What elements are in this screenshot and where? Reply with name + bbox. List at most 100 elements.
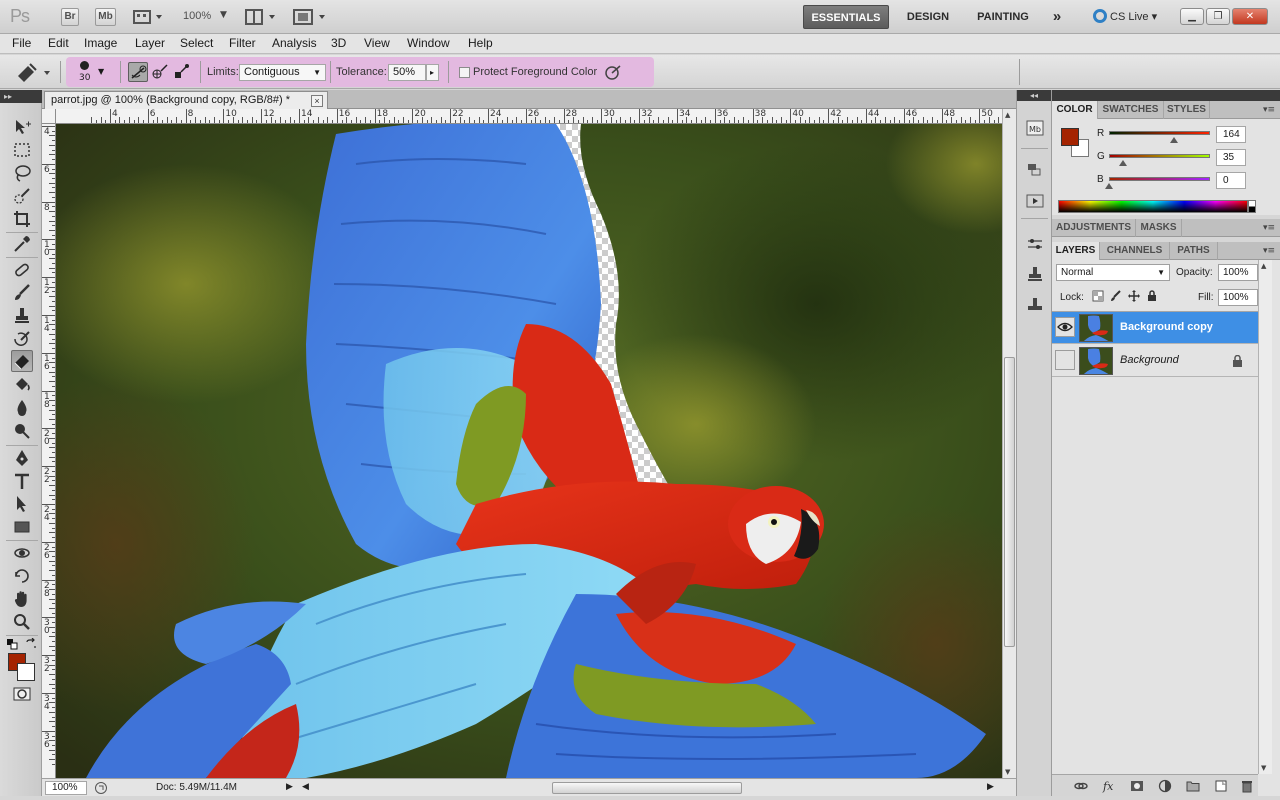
pen-icon[interactable] [12,448,32,468]
link-layers-icon[interactable] [1074,779,1088,793]
brush-preset-picker[interactable]: 30 ▼ [74,59,112,85]
tab-masks[interactable]: MASKS [1136,219,1182,237]
menu-3d[interactable]: 3D [331,36,346,50]
quick-mask-icon[interactable] [13,687,31,701]
scroll-down-icon[interactable]: ▼ [1005,768,1010,776]
menu-file[interactable]: File [12,36,31,50]
layer-row[interactable]: Background [1052,345,1258,377]
blue-channel-slider[interactable] [1109,177,1210,181]
scroll-up-icon[interactable]: ▲ [1005,111,1010,119]
tab-color[interactable]: COLOR [1052,101,1098,119]
green-value-input[interactable]: 35 [1216,149,1246,166]
tab-layers[interactable]: LAYERS [1052,242,1100,260]
red-value-input[interactable]: 164 [1216,126,1246,143]
layer-visibility-toggle[interactable] [1055,317,1075,337]
menu-view[interactable]: View [364,36,390,50]
scroll-right-icon[interactable]: ▶ [987,781,994,792]
menu-filter[interactable]: Filter [229,36,256,50]
sampling-once-button[interactable] [150,62,170,82]
red-channel-slider[interactable] [1109,131,1210,135]
close-document-icon[interactable]: × [311,95,323,107]
minimize-button[interactable]: ▁ [1180,8,1204,25]
green-slider-knob[interactable] [1118,160,1127,166]
menu-analysis[interactable]: Analysis [272,36,317,50]
hand-icon[interactable] [12,589,32,609]
brush-presets-panel-icon[interactable] [1026,236,1044,252]
tab-swatches[interactable]: SWATCHES [1098,101,1164,119]
clone-source-panel-icon[interactable] [1026,266,1044,282]
crop-icon[interactable] [12,209,32,229]
blur-icon[interactable] [12,398,32,418]
green-channel-slider[interactable] [1109,154,1210,158]
close-window-button[interactable]: ✕ [1232,8,1268,25]
layer-row[interactable]: Background copy [1052,312,1258,344]
sampling-background-swatch-button[interactable] [172,62,192,82]
mini-bridge-panel-icon[interactable]: Mb [1026,120,1044,136]
lock-all-icon[interactable] [1146,290,1158,302]
add-mask-icon[interactable] [1130,779,1144,793]
tablet-pressure-button[interactable] [603,63,623,83]
status-zoom-input[interactable]: 100% [45,781,87,795]
menu-window[interactable]: Window [407,36,450,50]
new-group-icon[interactable] [1186,779,1200,793]
history-brush-icon[interactable] [12,329,32,349]
adjustment-layer-icon[interactable] [1158,779,1172,793]
quick-selection-icon[interactable] [12,186,32,206]
arrange-documents-button[interactable] [245,9,279,25]
vertical-ruler[interactable]: 4 6 8 10 12 14 16 18 20 22 24 26 28 30 32 34 36 [42,124,56,778]
path-selection-icon[interactable] [12,494,32,514]
tab-paths[interactable]: PATHS [1170,242,1218,260]
black-white-ramp[interactable] [1248,200,1256,213]
layer-name[interactable]: Background [1120,354,1179,366]
delete-layer-icon[interactable] [1240,779,1254,793]
menu-layer[interactable]: Layer [135,36,165,50]
menu-select[interactable]: Select [180,36,213,50]
limits-dropdown[interactable]: Contiguous ▼ [239,64,326,81]
rectangle-icon[interactable] [12,517,32,537]
cs-live-button[interactable]: CS Live ▾ [1093,9,1157,23]
red-slider-knob[interactable] [1169,137,1178,143]
type-icon[interactable] [12,471,32,491]
layer-style-icon[interactable]: fx [1102,779,1116,793]
blue-slider-knob[interactable] [1105,183,1113,189]
paint-bucket-icon[interactable] [12,375,32,395]
spot-healing-icon[interactable] [12,260,32,280]
clone-stamp-icon[interactable] [12,306,32,326]
menu-image[interactable]: Image [84,36,117,50]
brush-icon[interactable] [12,283,32,303]
workspace-painting-button[interactable]: PAINTING [966,5,1040,29]
background-eraser-tool[interactable] [11,350,33,372]
marquee-icon[interactable] [12,140,32,160]
new-layer-icon[interactable] [1214,779,1228,793]
horizontal-scroll-thumb[interactable] [552,782,742,794]
opacity-input[interactable]: 100% [1218,264,1258,281]
swap-colors-icon[interactable] [25,638,37,650]
tolerance-slider-button[interactable]: ▸ [426,64,439,81]
menu-edit[interactable]: Edit [48,36,69,50]
menu-help[interactable]: Help [468,36,493,50]
tab-styles[interactable]: STYLES [1164,101,1210,119]
layer-visibility-toggle[interactable] [1055,350,1075,370]
scroll-left-icon[interactable]: ◀ [302,781,309,792]
status-menu-icon[interactable]: ▶ [286,781,293,792]
scroll-up-icon[interactable]: ▲ [1261,262,1266,270]
tab-adjustments[interactable]: ADJUSTMENTS [1052,219,1136,237]
lock-position-icon[interactable] [1128,290,1140,302]
icon-strip-collapse-button[interactable]: ◂◂ [1017,90,1051,101]
protect-foreground-checkbox[interactable] [459,67,470,78]
panel-menu-icon[interactable]: ▾≡ [1263,223,1275,233]
tool-presets-panel-icon[interactable] [1026,296,1044,312]
lock-transparent-pixels-icon[interactable] [1092,290,1104,302]
tolerance-input[interactable]: 50% [388,64,426,81]
tab-channels[interactable]: CHANNELS [1100,242,1170,260]
panel-menu-icon[interactable]: ▾≡ [1263,246,1275,256]
eyedropper-icon[interactable] [12,234,32,254]
view-extras-button[interactable] [133,9,163,25]
zoom-icon[interactable] [12,612,32,632]
zoom-level-dropdown[interactable]: 100% [183,10,211,22]
screen-mode-button[interactable] [292,8,328,26]
layers-scrollbar[interactable]: ▲ ▼ [1258,260,1272,774]
default-colors-icon[interactable] [6,638,18,650]
3d-rotate-icon[interactable] [12,543,32,563]
more-workspaces-button[interactable]: » [1044,5,1070,29]
